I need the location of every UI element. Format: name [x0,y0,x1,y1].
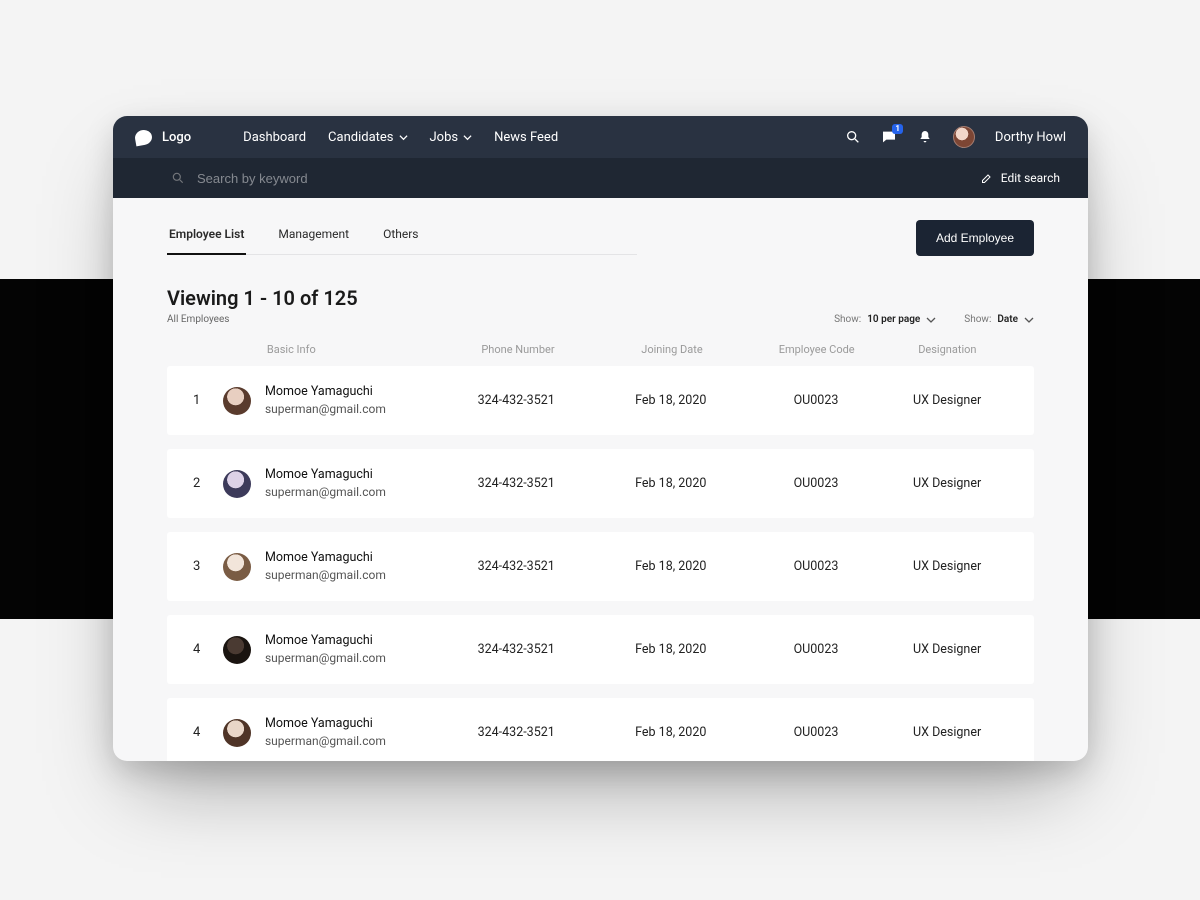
employee-avatar [223,553,251,581]
employee-name: Momoe Yamaguchi [265,633,386,650]
table-row[interactable]: 2 Momoe Yamaguchi superman@gmail.com 324… [167,449,1034,518]
brand-name: Logo [162,130,191,145]
nav-newsfeed[interactable]: News Feed [494,130,558,145]
search-icon [845,129,861,145]
messages-badge: 1 [892,124,903,134]
col-employee-code: Employee Code [747,343,887,356]
bell-icon [917,129,933,145]
employee-email: superman@gmail.com [265,401,386,417]
add-employee-button[interactable]: Add Employee [916,220,1034,256]
employee-name: Momoe Yamaguchi [265,384,386,401]
chevron-down-icon [463,133,472,142]
row-index: 2 [193,476,223,491]
employee-email: superman@gmail.com [265,484,386,500]
table-row[interactable]: 1 Momoe Yamaguchi superman@gmail.com 324… [167,366,1034,435]
employee-join-date: Feb 18, 2020 [596,559,746,574]
search-button[interactable] [845,129,861,145]
employee-code: OU0023 [746,393,887,408]
search-bar: Edit search [113,158,1088,198]
employee-email: superman@gmail.com [265,567,386,583]
employee-join-date: Feb 18, 2020 [596,393,746,408]
table-row[interactable]: 4 Momoe Yamaguchi superman@gmail.com 324… [167,615,1034,684]
employee-designation: UX Designer [886,559,1008,574]
employee-email: superman@gmail.com [265,650,386,666]
employee-code: OU0023 [746,476,887,491]
chevron-down-icon [1024,315,1034,325]
employee-code: OU0023 [746,725,887,740]
logo-icon [134,128,153,146]
viewing-title: Viewing 1 - 10 of 125 [167,286,358,310]
sort-select[interactable]: Show: Date [964,314,1034,325]
employee-avatar [223,470,251,498]
row-index: 3 [193,559,223,574]
tab-others[interactable]: Others [381,221,420,254]
employee-code: OU0023 [746,559,887,574]
employee-join-date: Feb 18, 2020 [596,642,746,657]
content-area: Employee List Management Others Add Empl… [113,198,1088,761]
employee-join-date: Feb 18, 2020 [596,725,746,740]
employee-phone: 324-432-3521 [437,559,596,574]
employee-phone: 324-432-3521 [437,476,596,491]
topbar: Logo Dashboard Candidates Jobs News Feed… [113,116,1088,158]
col-basic-info: Basic Info [223,343,439,356]
pencil-icon [981,172,993,184]
employee-email: superman@gmail.com [265,733,386,749]
tab-management[interactable]: Management [276,221,351,254]
employee-name: Momoe Yamaguchi [265,716,386,733]
employee-designation: UX Designer [886,642,1008,657]
user-name[interactable]: Dorthy Howl [995,130,1066,145]
search-icon [171,171,185,185]
app-window: Logo Dashboard Candidates Jobs News Feed… [113,116,1088,761]
employee-phone: 324-432-3521 [437,393,596,408]
col-designation: Designation [887,343,1008,356]
chevron-down-icon [926,315,936,325]
notifications-button[interactable] [917,129,933,145]
search-input[interactable] [197,171,981,186]
employee-avatar [223,387,251,415]
employee-code: OU0023 [746,642,887,657]
employee-designation: UX Designer [886,476,1008,491]
nav-candidates[interactable]: Candidates [328,130,407,145]
employee-join-date: Feb 18, 2020 [596,476,746,491]
edit-search-button[interactable]: Edit search [981,171,1060,185]
employee-table: 1 Momoe Yamaguchi superman@gmail.com 324… [167,366,1034,761]
employee-avatar [223,636,251,664]
table-headers: Basic Info Phone Number Joining Date Emp… [167,325,1034,366]
table-row[interactable]: 3 Momoe Yamaguchi superman@gmail.com 324… [167,532,1034,601]
main-nav: Dashboard Candidates Jobs News Feed [243,130,558,145]
col-joining-date: Joining Date [597,343,746,356]
nav-jobs[interactable]: Jobs [430,130,473,145]
employee-designation: UX Designer [886,725,1008,740]
row-index: 4 [193,725,223,740]
messages-button[interactable]: 1 [881,129,897,145]
nav-dashboard[interactable]: Dashboard [243,130,306,145]
col-phone: Phone Number [439,343,598,356]
per-page-select[interactable]: Show: 10 per page [834,314,936,325]
viewing-subtitle: All Employees [167,314,358,325]
row-index: 1 [193,393,223,408]
tabs: Employee List Management Others [167,221,637,255]
employee-name: Momoe Yamaguchi [265,467,386,484]
row-index: 4 [193,642,223,657]
tab-employee-list[interactable]: Employee List [167,221,246,255]
employee-phone: 324-432-3521 [437,642,596,657]
employee-avatar [223,719,251,747]
user-avatar[interactable] [953,126,975,148]
chevron-down-icon [399,133,408,142]
table-row[interactable]: 4 Momoe Yamaguchi superman@gmail.com 324… [167,698,1034,761]
employee-designation: UX Designer [886,393,1008,408]
employee-phone: 324-432-3521 [437,725,596,740]
employee-name: Momoe Yamaguchi [265,550,386,567]
